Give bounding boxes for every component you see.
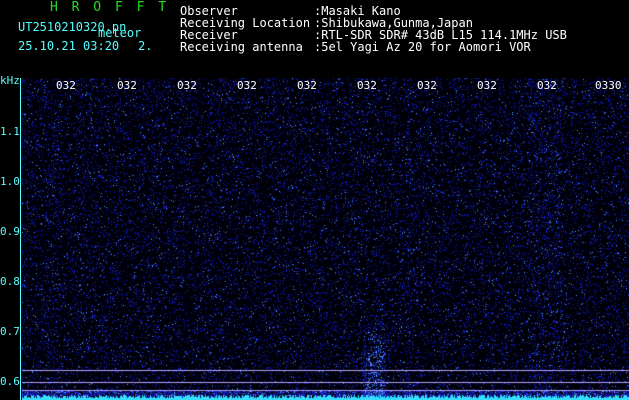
antenna-value: :5el Yagi Az 20 for Aomori VOR [314, 40, 531, 54]
y-axis-line [20, 78, 21, 400]
x-tick: 032 [117, 79, 137, 92]
y-axis-unit: kHz [0, 74, 20, 87]
x-tick: 032 [177, 79, 197, 92]
x-tick: 032 [537, 79, 557, 92]
mode-label: meteor [98, 26, 142, 40]
x-tick: 032 [357, 79, 377, 92]
app-title: H R O F F T [50, 0, 170, 15]
x-tick: 0330 [595, 79, 622, 92]
y-tick: 1.1 [0, 125, 20, 138]
y-tick: 1.0 [0, 175, 20, 188]
meteor-count: 2. [138, 39, 153, 53]
x-tick: 032 [417, 79, 437, 92]
date-time: 25.10.21 03:20 [18, 39, 120, 53]
y-tick: 0.7 [0, 325, 20, 338]
antenna-label: Receiving antenna [180, 40, 303, 54]
x-tick: 032 [477, 79, 497, 92]
x-tick: 032 [297, 79, 317, 92]
y-tick: 0.9 [0, 225, 20, 238]
x-tick: 032 [237, 79, 257, 92]
y-tick: 0.6 [0, 375, 20, 388]
spectrogram [22, 78, 629, 400]
x-tick: 032 [56, 79, 76, 92]
y-tick: 0.8 [0, 275, 20, 288]
